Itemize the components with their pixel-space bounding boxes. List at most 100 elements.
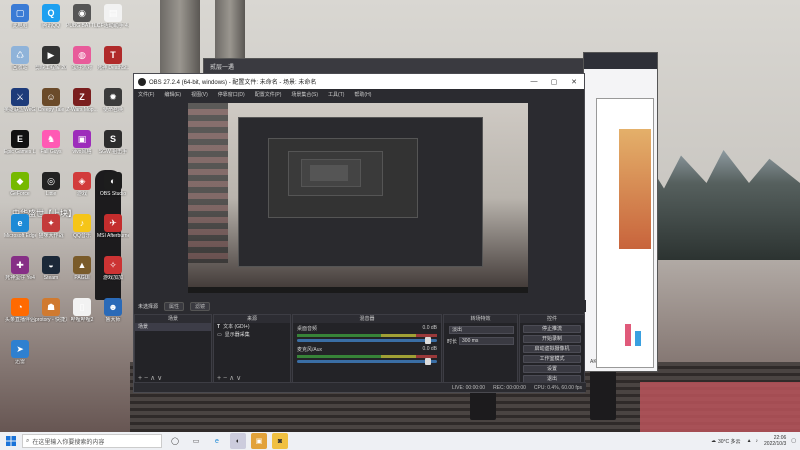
- obs-window[interactable]: OBS 27.2.4 (64-bit, windows) - 配置文件: 未命名…: [133, 73, 586, 393]
- desktop-icon[interactable]: ▯ 哔哩哔哩2: [66, 298, 98, 323]
- source-item-text[interactable]: T 文本 (GDI+): [214, 323, 290, 331]
- desktop-icon-label: Little: [45, 191, 57, 197]
- desktop-icon[interactable]: ◍ 蛋仔派对: [66, 46, 98, 71]
- menu-item[interactable]: 编辑(E): [164, 91, 181, 98]
- obs-menu-bar: 文件(F) 编辑(E) 视图(V) 停靠窗口(D) 配置文件(P) 场景集合(S) 工具(T…: [134, 89, 584, 99]
- studio-mode-button[interactable]: 工作室模式: [523, 355, 581, 363]
- desktop-icon[interactable]: ◈ 游戏: [66, 172, 98, 197]
- app-icon: ◔: [11, 298, 29, 316]
- minimize-button[interactable]: —: [524, 78, 544, 85]
- duration-input[interactable]: 300 ms: [459, 337, 514, 345]
- desktop-icon[interactable]: ☗protory - 快捷方式: [35, 298, 67, 323]
- obs-preview-canvas[interactable]: [188, 103, 528, 293]
- app-icon: Z: [73, 88, 91, 106]
- live-status: LIVE: 00:00:00: [452, 384, 486, 391]
- desktop-icon[interactable]: e Microsoft Edge: [4, 214, 36, 239]
- obs-title-bar[interactable]: OBS 27.2.4 (64-bit, windows) - 配置文件: 未命名…: [134, 74, 584, 89]
- app-taskbar-icon[interactable]: ◙: [272, 433, 288, 449]
- volume-icon[interactable]: ♪: [756, 438, 759, 444]
- weather-icon: ☁: [711, 438, 716, 444]
- maximize-button[interactable]: ▢: [544, 78, 564, 86]
- desktop-icon[interactable]: ☺ Creepy Tale: [35, 88, 67, 113]
- app-icon: ✚: [11, 256, 29, 274]
- desktop-icon[interactable]: ✈ MSI Afterburner: [97, 214, 129, 239]
- app-icon: ◆: [11, 172, 29, 190]
- desktop-icon[interactable]: ▶剪映工程解 2022: [35, 46, 67, 71]
- app-icon: ☺: [42, 88, 60, 106]
- desktop-icon[interactable]: ◆ GeForce: [4, 172, 36, 197]
- transition-select[interactable]: 淡出: [449, 326, 514, 334]
- menu-item[interactable]: 配置文件(P): [255, 91, 282, 98]
- start-recording-button[interactable]: 开始录制: [523, 335, 581, 343]
- desktop-icon[interactable]: ◒ Steam: [35, 256, 67, 281]
- app-icon: ✈: [104, 214, 122, 232]
- app-icon: ◎: [42, 172, 60, 190]
- stop-streaming-button[interactable]: 停止推流: [523, 325, 581, 333]
- desktop-icon[interactable]: ♺ 回收站: [4, 46, 36, 71]
- right-browser-window[interactable]: [596, 98, 654, 368]
- desktop-icon[interactable]: ➤ 迅雷: [4, 340, 36, 365]
- desktop-icon[interactable]: ✧ 游戏加加: [97, 256, 129, 281]
- desktop-icon[interactable]: ✹ 使命召唤: [97, 88, 129, 113]
- desktop-icon[interactable]: ▤CF活动助手 4.2 - 快捷...: [97, 4, 129, 29]
- desktop-icon-label: OBS Studio: [99, 191, 127, 197]
- start-button[interactable]: [0, 432, 22, 450]
- app-icon: ♞: [42, 130, 60, 148]
- app-icon: ▯: [73, 298, 91, 316]
- obs-taskbar-icon[interactable]: ◐: [230, 433, 246, 449]
- desktop-icon[interactable]: ▣ vivo风格: [66, 130, 98, 155]
- desktop-icon[interactable]: ♞ Fall Guys: [35, 130, 67, 155]
- desktop-icon[interactable]: Q 腾讯QQ: [35, 4, 67, 29]
- desktop-icon[interactable]: ♪ QQ音乐: [66, 214, 98, 239]
- menu-item[interactable]: 工具(T): [328, 91, 344, 98]
- app-taskbar-icon[interactable]: ▣: [251, 433, 267, 449]
- desktop-icon[interactable]: ✦ 猫咪大作战: [35, 214, 67, 239]
- desktop-icon[interactable]: ◔ 头条直播伴侣: [4, 298, 36, 323]
- filters-button[interactable]: 滤镜: [190, 301, 211, 311]
- desktop-icon[interactable]: ◉PUBG BATTLEGR...: [66, 4, 98, 29]
- desktop-icon-label: 头条直播伴侣: [4, 317, 35, 323]
- desktop-icon-label: 鲁大师: [105, 317, 121, 323]
- taskbar-search-input[interactable]: ⌕ 在这里输入你要搜索的内容: [22, 434, 162, 448]
- desktop-icon-label: 游戏: [76, 191, 87, 197]
- desktop-icon[interactable]: ☻ 鲁大师: [97, 298, 129, 323]
- volume-slider[interactable]: [297, 358, 437, 365]
- obs-window-title: OBS 27.2.4 (64-bit, windows) - 配置文件: 未命名…: [149, 80, 317, 86]
- menu-item[interactable]: 停靠窗口(D): [218, 91, 245, 98]
- desktop-icon[interactable]: ⚔英雄联盟WeGame版: [4, 88, 36, 113]
- properties-button[interactable]: 属性: [164, 301, 185, 311]
- app-icon: ✦: [42, 214, 60, 232]
- menu-item[interactable]: 文件(F): [138, 91, 154, 98]
- taskbar-clock[interactable]: 22:06 2022/10/3: [764, 435, 786, 447]
- desktop-icon[interactable]: ◐ OBS Studio: [97, 172, 129, 197]
- desktop-icon[interactable]: ▲ PAGUI: [66, 256, 98, 281]
- close-button[interactable]: ✕: [564, 78, 584, 86]
- controls-dock: 控件 停止推流 开始录制 启动虚拟摄像机 工作室模式 设置 退出: [519, 314, 585, 384]
- desktop-icon[interactable]: S SGW 狙击手: [97, 130, 129, 155]
- windows-taskbar: ⌕ 在这里输入你要搜索的内容 ◯ ▭ e ◐ ▣ ◙ ☁ 30°C 多云 ▲ ♪…: [0, 432, 800, 450]
- clock-date: 2022/10/3: [764, 441, 787, 447]
- scene-item[interactable]: 场景: [135, 323, 211, 331]
- app-icon: ◈: [73, 172, 91, 190]
- source-item-display[interactable]: ▭ 显示器采集: [214, 331, 290, 339]
- start-virtual-camera-button[interactable]: 启动虚拟摄像机: [523, 345, 581, 353]
- volume-slider[interactable]: [297, 337, 437, 344]
- network-icon[interactable]: ▲: [747, 438, 752, 444]
- notification-icon[interactable]: ▢: [791, 438, 796, 444]
- task-view-icon[interactable]: ◯: [167, 433, 183, 449]
- file-explorer-icon[interactable]: ▭: [188, 433, 204, 449]
- menu-item[interactable]: 帮助(H): [354, 91, 371, 98]
- menu-item[interactable]: 视图(V): [191, 91, 208, 98]
- app-icon: ☗: [42, 298, 60, 316]
- desktop-icon[interactable]: ✚ 死神蛋仔 Ye4: [4, 256, 36, 281]
- menu-item[interactable]: 场景集合(S): [291, 91, 318, 98]
- desktop-icon[interactable]: EEpic Games Launcher: [4, 130, 36, 155]
- desktop-icon[interactable]: Z Z-Wars Mop...: [66, 88, 98, 113]
- settings-button[interactable]: 设置: [523, 365, 581, 373]
- desktop-icon[interactable]: ◎ Little: [35, 172, 67, 197]
- desktop-icon[interactable]: ▢ 此电脑: [4, 4, 36, 29]
- app-icon: ✧: [104, 256, 122, 274]
- desktop-icon[interactable]: T 死神 DeathSt...: [97, 46, 129, 71]
- edge-icon[interactable]: e: [209, 433, 225, 449]
- desktop-icon-label: SGW 狙击手: [98, 149, 128, 155]
